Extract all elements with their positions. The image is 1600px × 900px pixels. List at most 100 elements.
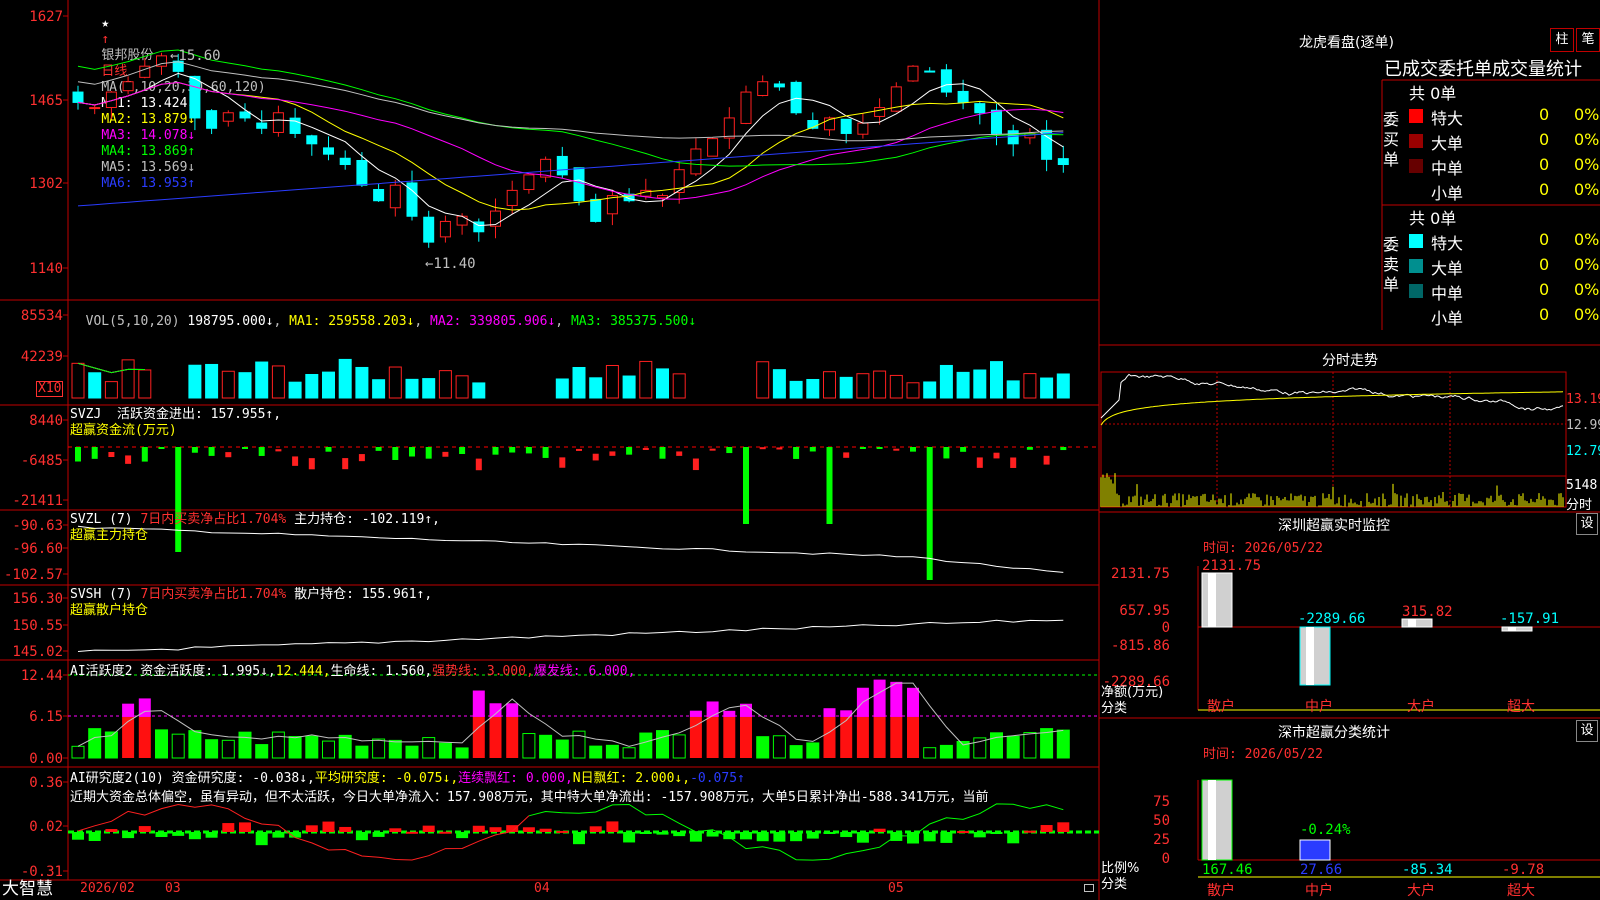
candle xyxy=(373,188,385,202)
sell-total: 共 0单 xyxy=(1409,209,1457,228)
research-bar xyxy=(105,829,118,832)
flow-bar xyxy=(976,457,983,468)
candle xyxy=(189,75,201,119)
row-label: 特大 xyxy=(1431,109,1464,128)
row-label: 大单 xyxy=(1431,259,1464,278)
date-tick: 05 xyxy=(888,881,904,896)
activity-bar xyxy=(122,716,135,758)
research-bar xyxy=(806,832,819,839)
monitor-y-tick: 2131.75 xyxy=(1111,566,1170,582)
flow-bar xyxy=(960,447,967,452)
y-tick: 0.02 xyxy=(29,819,63,835)
activity-bar xyxy=(305,735,319,759)
activity-bar xyxy=(539,734,553,759)
research-bar xyxy=(255,832,268,846)
activity-bar xyxy=(555,739,569,759)
research-bar xyxy=(1040,825,1053,832)
svzj-sub: 超赢资金流(万元) xyxy=(70,423,177,438)
candle xyxy=(940,69,952,93)
volume-bar xyxy=(138,369,152,399)
air-comment: 近期大资金总体偏空，虽有异动，但不太活跃，今日大单净流入：157.908万元，其… xyxy=(70,790,989,805)
lock-icon[interactable] xyxy=(1084,884,1094,892)
volume-bar xyxy=(656,368,669,399)
legend-swatch xyxy=(1409,134,1423,148)
buy-side-label: 委买单 xyxy=(1383,110,1400,169)
monitor-bar xyxy=(1501,626,1533,632)
air-header: AI研究度2(10) 资金研究度: -0.038↓,平均研究度: -0.075↓… xyxy=(70,771,745,786)
legend-swatch xyxy=(1409,284,1423,298)
flow-bar xyxy=(926,447,933,580)
volume-bar xyxy=(1040,377,1054,399)
volume-bar xyxy=(255,361,269,399)
volume-bar xyxy=(639,360,653,399)
svsh-line xyxy=(77,619,1064,652)
date-tick: 2026/02 xyxy=(80,881,135,896)
candle xyxy=(206,110,218,129)
row-percent: 0% xyxy=(1574,230,1600,249)
y-tick: 1627 xyxy=(29,9,63,25)
row-value: 0 xyxy=(1539,130,1550,149)
monitor-y-tick: 0 xyxy=(1162,620,1170,636)
flow-bar xyxy=(275,449,282,452)
sz-stat-settings-button[interactable]: 设 xyxy=(1576,720,1598,742)
high-label: ←15.60 xyxy=(170,48,221,64)
tick-mode-button[interactable]: 笔 xyxy=(1576,28,1600,52)
volume-bar xyxy=(188,364,202,399)
sz-stat-time: 时间: 2026/05/22 xyxy=(1203,747,1323,762)
volume-bar xyxy=(322,371,335,399)
research-bar xyxy=(406,831,418,834)
flow-bar xyxy=(325,447,332,452)
research-bar xyxy=(890,832,903,841)
activity-bar xyxy=(372,738,386,759)
volume-bar xyxy=(605,364,619,399)
row-label: 中单 xyxy=(1431,284,1464,303)
flow-bar xyxy=(542,447,549,458)
monitor-bar-hl xyxy=(1306,627,1314,686)
candle xyxy=(1057,158,1069,166)
flow-bar xyxy=(525,447,532,454)
volume-bar xyxy=(772,369,786,399)
flow-bar xyxy=(876,447,883,449)
column-mode-button[interactable]: 柱 xyxy=(1550,28,1574,52)
sz-monitor-settings-button[interactable]: 设 xyxy=(1576,513,1598,535)
row-percent: 0% xyxy=(1574,255,1600,274)
fs-unit: 分时 xyxy=(1566,498,1593,513)
volume-bar xyxy=(923,381,937,399)
volume-bar xyxy=(672,373,686,399)
flow-bar xyxy=(258,447,265,456)
monitor-category: 中户 xyxy=(1305,698,1333,715)
research-bar xyxy=(756,832,769,842)
flow-bar xyxy=(1060,447,1067,451)
research-bar xyxy=(973,832,986,838)
volume-bar xyxy=(422,378,436,399)
volume-bar xyxy=(372,379,386,399)
stat-value-label: 167.46 xyxy=(1202,862,1253,878)
row-value: 0 xyxy=(1539,180,1550,199)
activity-bar xyxy=(772,735,786,759)
monitor-bar-hl xyxy=(1408,618,1416,627)
candle xyxy=(991,109,1002,134)
activity-bar xyxy=(506,703,519,717)
volume-bar xyxy=(1006,380,1020,399)
flow-bar xyxy=(108,451,115,457)
buy-row: 特大 0 0% xyxy=(1409,105,1599,128)
flow-bar xyxy=(776,447,783,450)
research-bar xyxy=(606,821,619,832)
activity-bar xyxy=(489,716,502,758)
activity-bar xyxy=(88,728,102,759)
candle xyxy=(740,91,752,124)
monitor-bar-hl xyxy=(1208,573,1216,627)
y-tick: 8440 xyxy=(29,413,63,429)
volume-bar xyxy=(238,372,252,399)
buy-row: 大单 0 0% xyxy=(1409,130,1599,153)
volume-bar xyxy=(906,382,920,399)
flow-bar xyxy=(826,447,833,524)
research-bar xyxy=(856,832,869,843)
activity-bar xyxy=(756,736,770,759)
row-label: 大单 xyxy=(1431,134,1464,153)
monitor-value-label: 2131.75 xyxy=(1202,558,1261,574)
flow-bar xyxy=(642,447,649,450)
candle xyxy=(523,174,535,191)
monitor-category: 散户 xyxy=(1207,698,1235,715)
candle xyxy=(857,122,869,135)
